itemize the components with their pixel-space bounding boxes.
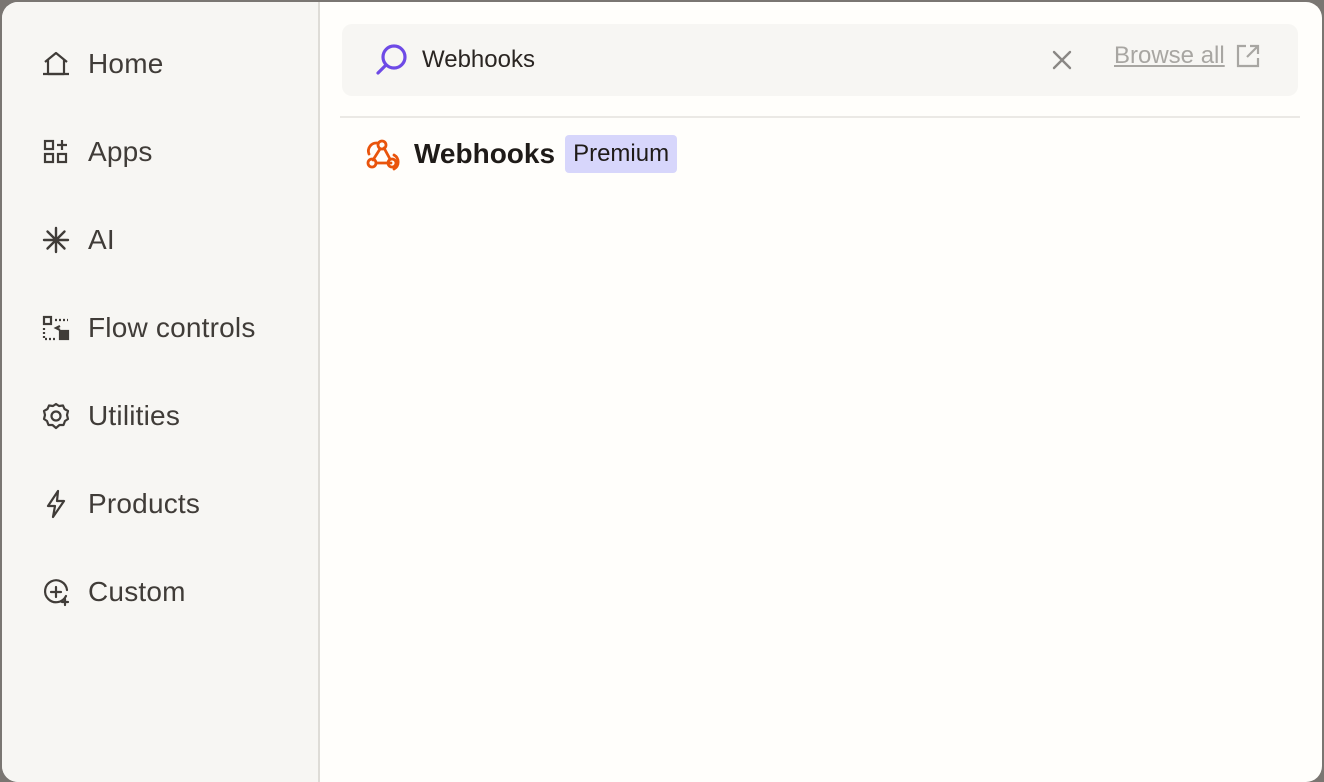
sparkle-icon [40,224,72,256]
sidebar-item-products[interactable]: Products [2,480,318,528]
sidebar: Home Apps AI Flow controls Utilities Pro… [2,2,320,782]
sidebar-item-label: Home [88,48,164,79]
sidebar-item-label: Custom [88,576,186,607]
search-icon [376,44,407,75]
result-item-webhooks[interactable]: Webhooks Premium [364,134,678,174]
sidebar-item-label: Utilities [88,400,181,431]
flow-controls-icon [40,312,72,344]
premium-badge: Premium [565,135,678,173]
sidebar-item-utilities[interactable]: Utilities [2,392,318,440]
sidebar-item-home[interactable]: Home [2,40,318,88]
browse-all-link[interactable]: Browse all [1114,42,1261,70]
browse-all-label: Browse all [1114,42,1225,69]
sidebar-item-apps[interactable]: Apps [2,128,318,176]
search-bar: Browse all [342,24,1298,96]
divider [340,116,1300,118]
home-icon [40,48,72,80]
sidebar-item-ai[interactable]: AI [2,216,318,264]
sidebar-item-label: Flow controls [88,312,256,343]
sidebar-item-label: Apps [88,136,153,167]
apps-icon [40,136,72,168]
lightning-icon [40,488,72,520]
custom-plus-icon [40,576,72,608]
close-icon [1052,50,1072,70]
main-panel: Browse all Webhooks Premium [320,2,1322,782]
sidebar-item-label: AI [88,224,115,255]
sidebar-item-flow-controls[interactable]: Flow controls [2,304,318,352]
sidebar-item-label: Products [88,488,201,519]
sidebar-item-custom[interactable]: Custom [2,568,318,616]
webhook-icon [366,139,400,171]
search-input[interactable] [422,38,1022,82]
result-title: Webhooks [414,138,556,169]
modal: Home Apps AI Flow controls Utilities Pro… [2,2,1322,782]
gear-icon [40,400,72,432]
clear-search-button[interactable] [1046,44,1078,76]
external-link-icon [1236,44,1259,68]
